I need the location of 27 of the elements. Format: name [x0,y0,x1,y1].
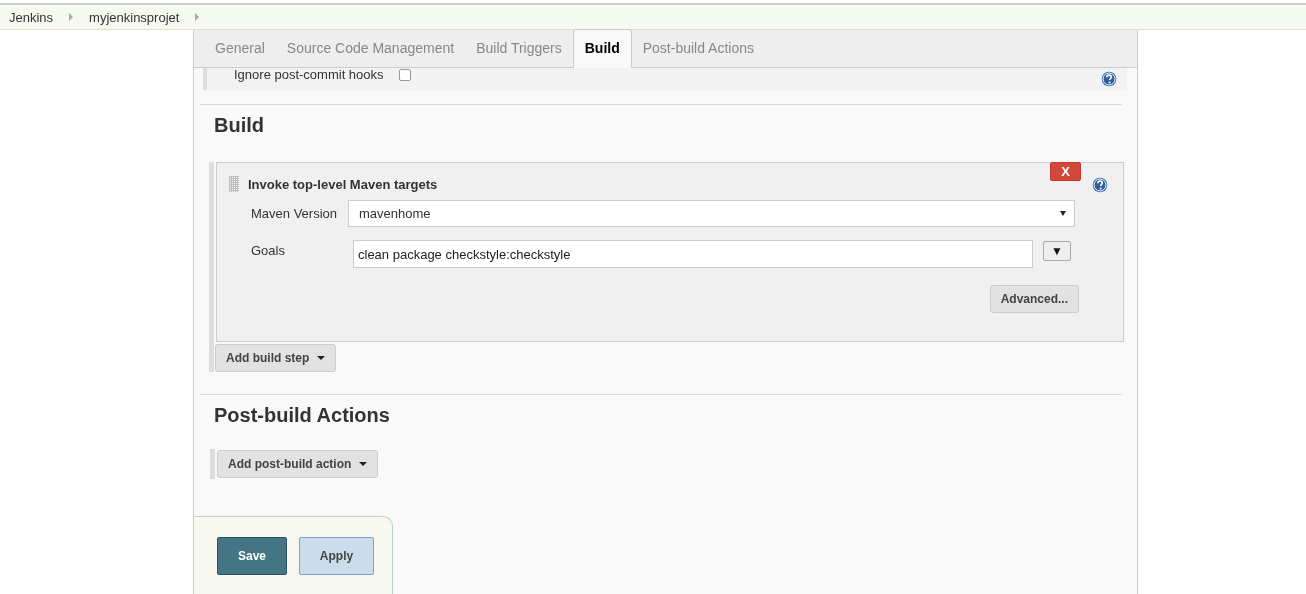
help-icon[interactable] [1092,177,1108,193]
chevron-icon[interactable] [195,13,200,21]
advanced-button[interactable]: Advanced... [989,285,1079,313]
tab[interactable]: Build [572,29,632,68]
breadcrumb-link[interactable]: Jenkins [9,9,54,25]
expand-button[interactable]: ▼ [1043,241,1071,261]
field-label: Maven Version [251,206,338,221]
dropdown-arrow-icon [1060,211,1066,216]
drag-handle-icon[interactable] [229,176,239,192]
option-label: Ignore post-commit hooks [234,67,384,82]
caret-icon [359,462,368,466]
help-icon[interactable] [1101,71,1117,87]
add-build-step-button[interactable]: Add build step [215,344,337,372]
save-button[interactable]: Save [217,537,287,575]
caret-icon [317,356,326,360]
add-post-build-action-button[interactable]: Add post-build action [217,450,379,478]
delete-button[interactable]: X [1050,162,1081,181]
breadcrumb-link[interactable]: myjenkinsprojet [89,9,180,25]
dropdown-field[interactable]: mavenhome [348,200,1075,227]
checkbox[interactable] [398,69,411,81]
chevron-icon[interactable] [69,13,74,21]
field-label: Goals [251,242,286,258]
section-heading: Post-build Actions [214,404,391,427]
apply-button[interactable]: Apply [299,537,374,575]
text-field[interactable]: clean package checkstyle:checkstyle [353,240,1033,268]
section-heading: Build [214,114,265,137]
step-title: Invoke top-level Maven targets [248,176,438,192]
